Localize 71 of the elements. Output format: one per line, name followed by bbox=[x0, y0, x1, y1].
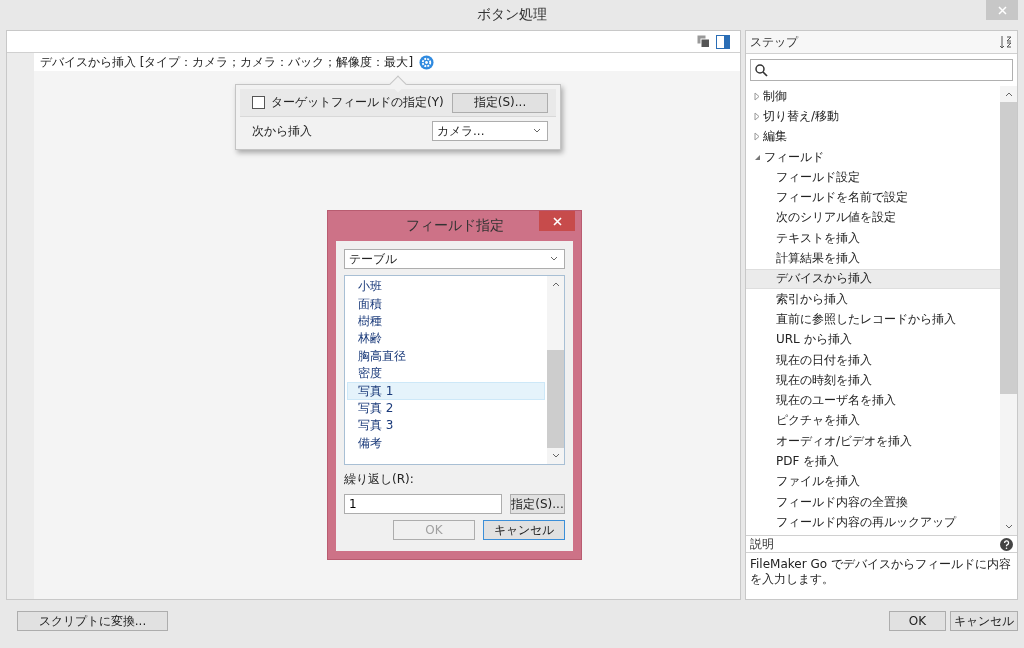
field-item[interactable]: 密度 bbox=[347, 364, 545, 383]
step-item[interactable]: フィールド設定 bbox=[746, 167, 1000, 188]
step-item[interactable]: デバイスから挿入 bbox=[746, 268, 1000, 289]
scrollbar[interactable] bbox=[1000, 86, 1017, 535]
repetition-label: 繰り返し(R): bbox=[344, 471, 415, 488]
cancel-button[interactable]: キャンセル bbox=[950, 611, 1018, 631]
sort-icon[interactable] bbox=[999, 35, 1013, 49]
field-item[interactable]: 小班 bbox=[347, 278, 545, 296]
window-title: ボタン処理 bbox=[477, 6, 547, 24]
step-item[interactable]: 直前に参照したレコードから挿入 bbox=[746, 309, 1000, 330]
step-item[interactable]: 制御 bbox=[746, 86, 1000, 107]
field-item[interactable]: 面積 bbox=[347, 295, 545, 313]
dialog-title: フィールド指定 bbox=[405, 217, 504, 235]
scroll-up-icon bbox=[551, 281, 560, 287]
field-item[interactable]: 備考 bbox=[347, 434, 545, 452]
step-item[interactable]: フィールド bbox=[746, 146, 1000, 168]
step-item[interactable]: URL から挿入 bbox=[746, 329, 1000, 350]
step-item[interactable]: フィールド内容の全置換 bbox=[746, 491, 1000, 513]
scroll-down-icon bbox=[1004, 524, 1013, 530]
step-item[interactable]: フィールドを名前で設定 bbox=[746, 187, 1000, 208]
step-item[interactable]: PDF を挿入 bbox=[746, 451, 1000, 472]
ok-button[interactable]: OK bbox=[889, 611, 946, 631]
step-item[interactable]: 計算結果を挿入 bbox=[746, 248, 1000, 269]
dialog-close-button[interactable] bbox=[539, 211, 575, 231]
field-item[interactable]: 写真 2 bbox=[347, 399, 545, 418]
field-item[interactable]: 樹種 bbox=[347, 312, 545, 331]
step-item[interactable]: 現在のユーザ名を挿入 bbox=[746, 390, 1000, 411]
caret-icon bbox=[550, 256, 558, 262]
step-item[interactable]: ファイルを挿入 bbox=[746, 471, 1000, 492]
step-item[interactable]: テキストを挿入 bbox=[746, 228, 1000, 249]
search-icon bbox=[755, 63, 768, 77]
collapsed-triangle-icon[interactable] bbox=[754, 132, 760, 142]
description-text: FileMaker Go でデバイスからフィールドに内容を入力します。 bbox=[749, 556, 1012, 588]
step-item[interactable]: 索引から挿入 bbox=[746, 288, 1000, 310]
scrollbar[interactable] bbox=[547, 276, 564, 464]
specify-button[interactable]: 指定(S)... bbox=[510, 494, 565, 514]
close-icon bbox=[552, 216, 562, 226]
panel-header: ステップ bbox=[750, 33, 798, 51]
description-header: 説明 bbox=[750, 535, 774, 553]
caret-icon bbox=[533, 128, 541, 134]
insert-from-dropdown[interactable]: カメラ... bbox=[432, 121, 548, 141]
expanded-triangle-icon[interactable] bbox=[754, 153, 761, 161]
insert-from-label: 次から挿入 bbox=[252, 122, 312, 140]
step-item[interactable]: ピクチャを挿入 bbox=[746, 410, 1000, 432]
copy-icon[interactable] bbox=[697, 35, 710, 48]
step-item[interactable]: 切り替え/移動 bbox=[746, 106, 1000, 127]
help-icon[interactable] bbox=[1000, 537, 1013, 551]
panel-toggle-icon[interactable] bbox=[716, 34, 730, 49]
step-item[interactable]: フィールド内容の再ルックアップ bbox=[746, 512, 1000, 533]
step-item[interactable]: オーディオ/ビデオを挿入 bbox=[746, 431, 1000, 452]
field-item[interactable]: 胸高直径 bbox=[347, 347, 545, 365]
specify-button[interactable]: 指定(S)... bbox=[452, 92, 548, 113]
gear-icon[interactable] bbox=[419, 54, 435, 70]
step-item[interactable]: 現在の日付を挿入 bbox=[746, 349, 1000, 371]
field-item[interactable]: 林齢 bbox=[347, 330, 545, 348]
step-item[interactable]: 次のシリアル値を設定 bbox=[746, 207, 1000, 229]
field-item[interactable]: 写真 1 bbox=[347, 382, 545, 400]
checkbox-label: ターゲットフィールドの指定(Y) bbox=[271, 94, 444, 111]
scroll-down-icon bbox=[551, 453, 560, 459]
script-step: デバイスから挿入 [タイプ：カメラ；カメラ：バック；解像度：最大] bbox=[40, 53, 414, 71]
step-item[interactable]: 編集 bbox=[746, 126, 1000, 147]
cancel-button[interactable]: キャンセル bbox=[483, 520, 565, 540]
table-dropdown[interactable]: テーブル bbox=[344, 249, 565, 269]
repetition-field[interactable]: 1 bbox=[344, 494, 502, 514]
step-item[interactable]: 現在の時刻を挿入 bbox=[746, 370, 1000, 391]
scroll-up-icon bbox=[1004, 91, 1013, 97]
close-icon bbox=[997, 5, 1007, 15]
field-item[interactable]: 写真 3 bbox=[347, 417, 545, 435]
checkbox[interactable] bbox=[252, 96, 265, 109]
convert-to-script-button[interactable]: スクリプトに変換... bbox=[17, 611, 168, 631]
search-field[interactable] bbox=[750, 59, 1013, 81]
